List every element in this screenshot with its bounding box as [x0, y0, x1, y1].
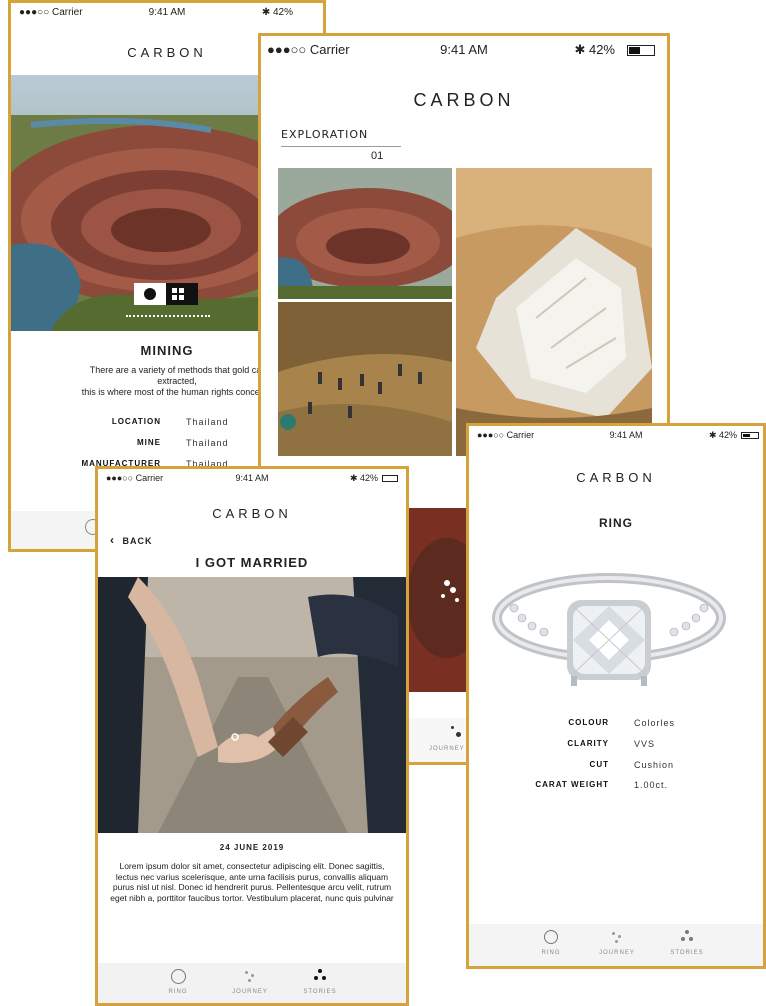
story-title: I GOT MARRIED: [195, 555, 309, 570]
mine-thumbnail[interactable]: [278, 168, 452, 299]
chevron-left-icon: ‹: [110, 533, 115, 547]
couple-photo: [98, 577, 406, 833]
story-date: 24 JUNE 2019: [219, 843, 285, 852]
back-button[interactable]: ‹ BACK: [110, 533, 153, 547]
battery-label: ✱ 42%: [708, 430, 737, 440]
detail-label: LOCATION: [111, 417, 161, 426]
status-bar: ●●●○○ Carrier 9:41 AM ✱ 42%: [11, 3, 323, 25]
tab-ring-label: RING: [541, 950, 561, 956]
view-toggle: [134, 283, 198, 305]
story-screen: ●●●○○ Carrier 9:41 AM ✱ 42% CARBON ‹ BAC…: [95, 466, 409, 1006]
single-view-icon[interactable]: [134, 283, 166, 305]
ring-screen: ●●●○○ Carrier 9:41 AM ✱ 42% CARBON RING …: [466, 423, 766, 969]
tab-stories[interactable]: STORIES: [298, 969, 342, 1003]
ring-photo: [489, 548, 729, 708]
crystal-photo[interactable]: [456, 168, 652, 456]
status-bar: ●●●○○ Carrier 9:41 AM ✱ 42%: [469, 426, 763, 448]
tab-bar: RING JOURNEY STORIES: [469, 924, 763, 966]
battery-icon: [627, 45, 655, 56]
stories-icon: [681, 930, 693, 942]
brand-title: CARBON: [212, 506, 292, 521]
tab-journey-label: JOURNEY: [599, 950, 635, 956]
tab-ring-label: RING: [168, 989, 188, 995]
product-title: RING: [599, 516, 633, 530]
status-bar: ●●●○○ Carrier 9:41 AM ✱ 42%: [261, 36, 667, 66]
tab-bar: RING JOURNEY STORIES: [98, 963, 406, 1003]
detail-label: MINE: [137, 438, 161, 447]
battery-icon: [382, 475, 398, 482]
battery-label: ✱ 42%: [261, 7, 293, 18]
tab-ring[interactable]: RING: [531, 930, 571, 964]
detail-label: CARAT WEIGHT: [535, 780, 609, 789]
journey-tab-icon[interactable]: [451, 726, 465, 738]
journey-icon: [612, 932, 622, 943]
detail-label: COLOUR: [568, 718, 609, 727]
stories-icon: [314, 969, 326, 981]
detail-label: CLARITY: [567, 739, 609, 748]
ring-icon: [171, 969, 186, 984]
detail-label: CUT: [589, 760, 609, 769]
grid-view-icon[interactable]: [172, 288, 184, 300]
page-indicator: [126, 315, 210, 320]
ring-icon: [544, 930, 558, 944]
detail-value: 1.00ct.: [634, 780, 669, 790]
section-number: 01: [371, 150, 384, 162]
tab-journey-label: JOURNEY: [232, 989, 268, 995]
section-underline: [281, 146, 401, 147]
detail-value: Cushion: [634, 760, 675, 770]
story-body: Lorem ipsum dolor sit amet, consectetur …: [110, 861, 394, 903]
tab-journey[interactable]: JOURNEY: [595, 930, 639, 964]
detail-value: Thailand: [186, 438, 229, 448]
tab-stories-label: STORIES: [303, 989, 337, 995]
detail-value: Thailand: [186, 417, 229, 427]
detail-value: Colorles: [634, 718, 676, 728]
tab-journey[interactable]: JOURNEY: [228, 969, 272, 1003]
brand-title: CARBON: [413, 90, 515, 110]
back-label: BACK: [122, 536, 153, 546]
tab-ring[interactable]: RING: [158, 969, 198, 1003]
tab-journey-label[interactable]: JOURNEY: [429, 746, 465, 752]
brand-title: CARBON: [576, 470, 656, 485]
status-bar: ●●●○○ Carrier 9:41 AM ✱ 42%: [98, 469, 406, 491]
tab-stories[interactable]: STORIES: [665, 930, 709, 964]
battery-label: ✱ 42%: [349, 473, 378, 483]
tab-stories-label: STORIES: [670, 950, 704, 956]
battery-label: ✱ 42%: [574, 42, 615, 57]
battery-icon: [741, 432, 759, 439]
section-label: EXPLORATION: [281, 128, 369, 141]
journey-icon: [245, 971, 255, 982]
hands-photo[interactable]: [407, 508, 471, 692]
workers-thumbnail[interactable]: [278, 302, 452, 456]
detail-value: VVS: [634, 739, 656, 749]
